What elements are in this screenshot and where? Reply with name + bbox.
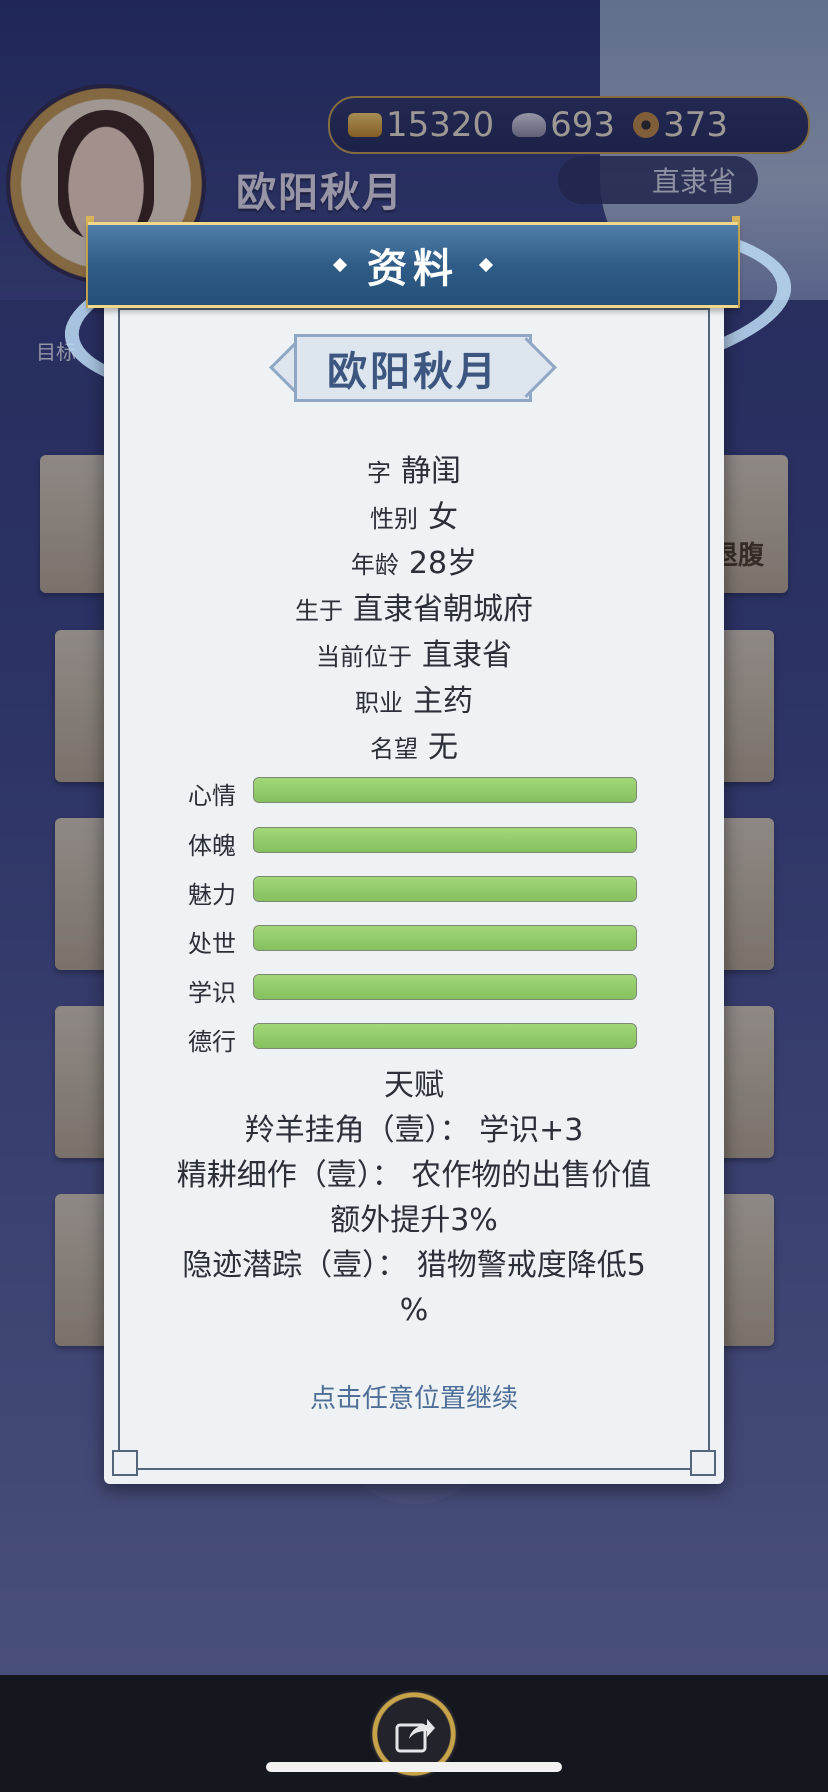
character-name-plate: 欧阳秋月	[269, 334, 557, 402]
stat-label: 心情	[188, 782, 236, 810]
info-row-courtesy-name: 字静闺	[104, 446, 724, 490]
info-value: 直隶省	[422, 638, 512, 673]
corner-ornament	[112, 1450, 138, 1476]
stat-bar	[253, 974, 637, 1000]
info-value: 静闺	[401, 454, 461, 489]
talent-line: 羚羊挂角（壹）： 学识+3	[244, 1113, 584, 1148]
info-row-birthplace: 生于 直隶省朝城府	[104, 584, 724, 628]
stat-label: 魅力	[188, 881, 236, 909]
stat-fill	[254, 975, 636, 999]
info-row-gender: 性别女	[104, 492, 724, 536]
diamond-icon	[332, 257, 348, 273]
dialog-title: 资料	[367, 246, 459, 292]
home-indicator[interactable]	[266, 1762, 562, 1772]
info-row-reputation: 名望无	[104, 722, 724, 766]
info-key: 名望	[370, 735, 418, 763]
continue-hint[interactable]: 点击任意位置继续	[104, 1378, 724, 1415]
stat-fill	[254, 1024, 636, 1048]
corner-ornament	[690, 1450, 716, 1476]
info-key: 年龄	[350, 551, 399, 579]
stat-bar	[253, 925, 637, 951]
info-row-age: 年龄 28岁	[104, 538, 724, 582]
stat-fill	[254, 926, 636, 950]
share-icon	[395, 1719, 435, 1753]
info-value: 直隶省朝城府	[353, 592, 533, 627]
info-value: 无	[428, 730, 458, 765]
dialog-title-banner: 资料	[88, 222, 738, 308]
diamond-icon	[478, 257, 494, 273]
character-name: 欧阳秋月	[327, 349, 499, 395]
stat-fill	[254, 828, 636, 852]
stat-label: 学识	[188, 979, 236, 1007]
talent-line: %	[399, 1293, 429, 1328]
talent-line: 额外提升3%	[330, 1203, 498, 1238]
info-row-occupation: 职业 主药	[104, 676, 724, 720]
info-value: 女	[428, 500, 458, 535]
talent-line: 精耕细作（壹）： 农作物的出售价值	[176, 1158, 652, 1193]
info-row-location: 当前位于 直隶省	[104, 630, 724, 674]
info-value: 28岁	[408, 546, 478, 581]
info-key: 性别	[370, 505, 418, 533]
talent-heading: 天赋	[384, 1068, 444, 1103]
stat-bar	[253, 777, 637, 803]
info-value: 主药	[413, 684, 473, 719]
stat-fill	[254, 778, 636, 802]
talent-line: 隐迹潜踪（壹）： 猎物警戒度降低5	[182, 1248, 646, 1283]
info-key: 字	[367, 459, 391, 487]
stat-fill	[254, 877, 636, 901]
stat-bar	[253, 876, 637, 902]
stat-label: 德行	[188, 1028, 236, 1056]
info-key: 当前位于	[316, 643, 412, 671]
stat-bar	[253, 827, 637, 853]
stat-bar	[253, 1023, 637, 1049]
stat-label: 体魄	[188, 832, 236, 860]
info-key: 生于	[295, 597, 343, 625]
stat-label: 处世	[188, 930, 236, 958]
info-key: 职业	[355, 689, 403, 717]
